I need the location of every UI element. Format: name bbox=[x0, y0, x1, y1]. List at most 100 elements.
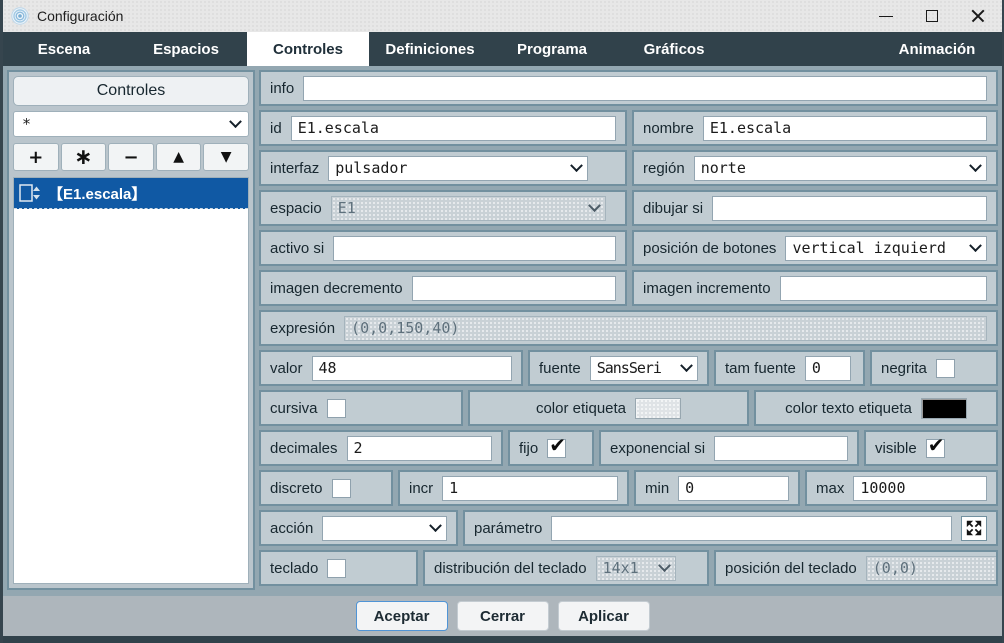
field-expresion: expresión bbox=[259, 310, 998, 346]
cursiva-label: cursiva bbox=[270, 400, 318, 417]
cursiva-checkbox[interactable] bbox=[327, 399, 346, 418]
accept-button[interactable]: Aceptar bbox=[356, 601, 448, 631]
close-button[interactable] bbox=[962, 3, 994, 29]
nombre-input[interactable] bbox=[703, 116, 987, 141]
field-espacio: espacio E1 bbox=[259, 190, 627, 226]
max-input[interactable] bbox=[853, 476, 987, 501]
color-texto-etiqueta-swatch[interactable] bbox=[921, 398, 967, 419]
apply-button[interactable]: Aplicar bbox=[558, 601, 650, 631]
valor-label: valor bbox=[270, 360, 303, 377]
discreto-checkbox[interactable] bbox=[332, 479, 351, 498]
field-posicion-teclado: posición del teclado bbox=[714, 550, 998, 586]
decimales-label: decimales bbox=[270, 440, 338, 457]
tab-graficos[interactable]: Gráficos bbox=[613, 32, 735, 66]
posicion-teclado-input bbox=[866, 556, 998, 581]
close-dialog-button[interactable]: Cerrar bbox=[457, 601, 549, 631]
expand-icon bbox=[965, 519, 983, 537]
min-label: min bbox=[645, 480, 669, 497]
field-decimales: decimales bbox=[259, 430, 503, 466]
fijo-label: fijo bbox=[519, 440, 538, 457]
dibujar-si-label: dibujar si bbox=[643, 200, 703, 217]
distribucion-teclado-select: 14x1 bbox=[596, 556, 676, 581]
accion-select[interactable] bbox=[322, 516, 447, 541]
fijo-checkbox[interactable] bbox=[547, 439, 566, 458]
add-control-button[interactable]: + bbox=[13, 143, 59, 171]
imagen-incremento-input[interactable] bbox=[780, 276, 987, 301]
tab-definiciones[interactable]: Definiciones bbox=[369, 32, 491, 66]
chevron-down-icon bbox=[969, 159, 982, 172]
field-min: min bbox=[634, 470, 800, 506]
info-input[interactable] bbox=[303, 76, 987, 101]
tam-fuente-input[interactable] bbox=[805, 356, 851, 381]
field-distribucion-teclado: distribución del teclado 14x1 bbox=[423, 550, 709, 586]
exponencial-si-input[interactable] bbox=[714, 436, 848, 461]
remove-control-button[interactable]: − bbox=[108, 143, 154, 171]
configuration-window: Configuración Escena Espacios Controles … bbox=[0, 0, 1004, 643]
minimize-icon bbox=[879, 16, 893, 17]
chevron-down-icon bbox=[570, 159, 583, 172]
main-content: Controles * + ∗ − ▲ ▼ bbox=[3, 66, 1002, 596]
nombre-label: nombre bbox=[643, 120, 694, 137]
discreto-label: discreto bbox=[270, 480, 323, 497]
app-logo-icon bbox=[11, 7, 29, 25]
tab-controles[interactable]: Controles bbox=[247, 32, 369, 66]
decimales-input[interactable] bbox=[347, 436, 492, 461]
espacio-select: E1 bbox=[331, 196, 606, 221]
incr-input[interactable] bbox=[442, 476, 618, 501]
valor-input[interactable] bbox=[312, 356, 512, 381]
distribucion-teclado-label: distribución del teclado bbox=[434, 560, 587, 577]
move-down-button[interactable]: ▼ bbox=[203, 143, 249, 171]
maximize-button[interactable] bbox=[916, 3, 948, 29]
dibujar-si-input[interactable] bbox=[712, 196, 987, 221]
espacio-label: espacio bbox=[270, 200, 322, 217]
color-etiqueta-label: color etiqueta bbox=[536, 400, 626, 417]
interfaz-select[interactable]: pulsador bbox=[328, 156, 588, 181]
expand-parametro-button[interactable] bbox=[961, 516, 987, 541]
window-bottom-edge bbox=[3, 636, 1002, 643]
negrita-checkbox[interactable] bbox=[936, 359, 955, 378]
activo-si-input[interactable] bbox=[333, 236, 616, 261]
tab-espacios[interactable]: Espacios bbox=[125, 32, 247, 66]
id-input[interactable] bbox=[291, 116, 616, 141]
imagen-decremento-input[interactable] bbox=[412, 276, 616, 301]
field-max: max bbox=[805, 470, 998, 506]
visible-checkbox[interactable] bbox=[926, 439, 945, 458]
close-icon bbox=[970, 8, 986, 24]
teclado-checkbox[interactable] bbox=[327, 559, 346, 578]
chevron-down-icon bbox=[658, 559, 671, 572]
chevron-down-icon bbox=[429, 519, 442, 532]
duplicate-control-button[interactable]: ∗ bbox=[61, 143, 107, 171]
activo-si-label: activo si bbox=[270, 240, 324, 257]
tam-fuente-label: tam fuente bbox=[725, 360, 796, 377]
color-etiqueta-swatch[interactable] bbox=[635, 398, 681, 419]
tab-escena[interactable]: Escena bbox=[3, 32, 125, 66]
posicion-botones-select[interactable]: vertical izquierd bbox=[785, 236, 987, 261]
id-label: id bbox=[270, 120, 282, 137]
min-input[interactable] bbox=[678, 476, 789, 501]
list-item-control[interactable]: 【E1.escala】 bbox=[14, 178, 248, 209]
control-form: info id nombre interfaz pulsad bbox=[259, 70, 998, 590]
field-color-etiqueta: color etiqueta bbox=[468, 390, 749, 426]
fuente-select[interactable]: SansSeri bbox=[590, 356, 698, 381]
parametro-input[interactable] bbox=[551, 516, 952, 541]
region-select[interactable]: norte bbox=[694, 156, 987, 181]
field-cursiva: cursiva bbox=[259, 390, 463, 426]
maximize-icon bbox=[926, 10, 938, 22]
visible-label: visible bbox=[875, 440, 917, 457]
move-up-button[interactable]: ▲ bbox=[156, 143, 202, 171]
spinner-control-icon bbox=[19, 184, 40, 202]
tab-programa[interactable]: Programa bbox=[491, 32, 613, 66]
field-teclado: teclado bbox=[259, 550, 418, 586]
field-valor: valor bbox=[259, 350, 523, 386]
tab-animacion[interactable]: Animación bbox=[872, 32, 1002, 66]
field-imagen-decremento: imagen decremento bbox=[259, 270, 627, 306]
title-bar: Configuración bbox=[3, 0, 1002, 32]
chevron-down-icon bbox=[588, 199, 601, 212]
info-label: info bbox=[270, 80, 294, 97]
minimize-button[interactable] bbox=[870, 3, 902, 29]
field-id: id bbox=[259, 110, 627, 146]
incr-label: incr bbox=[409, 480, 433, 497]
field-nombre: nombre bbox=[632, 110, 998, 146]
field-fuente: fuente SansSeri bbox=[528, 350, 709, 386]
controls-filter-select[interactable]: * bbox=[13, 111, 249, 137]
